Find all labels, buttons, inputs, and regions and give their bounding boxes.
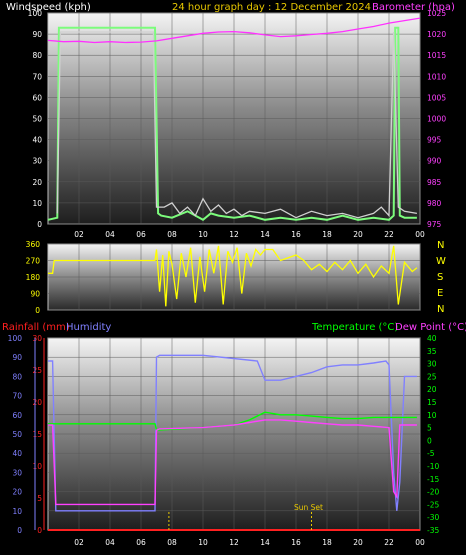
windspeed-tick-30: 30 [32, 157, 42, 166]
x-tick-bottom-10: 10 [198, 538, 208, 547]
direction-tick-360: 360 [26, 240, 41, 249]
temperature-tick--30: -30 [427, 513, 439, 522]
windspeed-tick-70: 70 [32, 72, 42, 81]
windspeed-tick-80: 80 [32, 51, 42, 60]
x-tick-top-14: 14 [260, 230, 270, 239]
x-tick-bottom-20: 20 [353, 538, 363, 547]
x-tick-bottom-12: 12 [229, 538, 239, 547]
barometer-tick-990: 990 [427, 157, 442, 166]
temperature-tick-40: 40 [427, 334, 437, 343]
humidity-tick-90: 90 [12, 353, 22, 362]
x-tick-bottom-22: 22 [384, 538, 394, 547]
windspeed-tick-10: 10 [32, 199, 42, 208]
rainfall-tick-5: 5 [37, 494, 42, 503]
weather-graph-page: Windspeed (kph) 24 hour graph day : 12 D… [0, 0, 466, 555]
x-tick-top-22: 22 [384, 230, 394, 239]
humidity-axis-title: Humidity [66, 322, 111, 333]
humidity-tick-100: 100 [8, 334, 23, 343]
barometer-tick-980: 980 [427, 199, 442, 208]
compass-label-s: S [437, 272, 443, 283]
humidity-tick-80: 80 [12, 372, 22, 381]
compass-label-w: W [436, 256, 446, 267]
humidity-tick-50: 50 [12, 430, 22, 439]
compass-label-e: E [437, 288, 443, 299]
temperature-tick-10: 10 [427, 411, 437, 420]
barometer-tick-1025: 1025 [427, 9, 446, 18]
weather-charts: Windspeed (kph) 24 hour graph day : 12 D… [2, 2, 466, 547]
x-tick-bottom-06: 06 [136, 538, 146, 547]
direction-tick-180: 180 [26, 273, 41, 282]
barometer-tick-985: 985 [427, 178, 442, 187]
x-tick-bottom-14: 14 [260, 538, 270, 547]
rainfall-axis-title: Rainfall (mm) [2, 322, 70, 333]
temperature-tick-35: 35 [427, 347, 437, 356]
temperature-tick--15: -15 [427, 475, 439, 484]
windspeed-tick-60: 60 [32, 93, 42, 102]
x-tick-top-08: 08 [167, 230, 177, 239]
direction-tick-90: 90 [30, 290, 40, 299]
rainfall-tick-25: 25 [32, 366, 42, 375]
x-tick-bottom-00: 00 [415, 538, 425, 547]
windspeed-tick-0: 0 [37, 220, 42, 229]
temperature-tick-0: 0 [427, 436, 432, 445]
x-tick-top-20: 20 [353, 230, 363, 239]
temperature-axis-title: Temperature (°C) [311, 322, 398, 333]
temperature-tick-25: 25 [427, 372, 437, 381]
barometer-tick-1005: 1005 [427, 93, 446, 102]
x-tick-bottom-18: 18 [322, 538, 332, 547]
windspeed-tick-90: 90 [32, 30, 42, 39]
x-tick-top-16: 16 [291, 230, 301, 239]
humidity-tick-60: 60 [12, 411, 22, 420]
humidity-tick-20: 20 [12, 488, 22, 497]
windspeed-tick-40: 40 [32, 136, 42, 145]
rainfall-tick-10: 10 [32, 462, 42, 471]
graph-title: 24 hour graph day : 12 December 2024 [172, 2, 371, 13]
x-tick-top-00: 00 [415, 230, 425, 239]
compass-label-n-top: N [437, 240, 444, 251]
x-tick-top-10: 10 [198, 230, 208, 239]
x-tick-bottom-08: 08 [167, 538, 177, 547]
barometer-tick-1015: 1015 [427, 51, 446, 60]
dewpoint-axis-title: Dew Point (°C) [395, 322, 466, 333]
direction-tick-270: 270 [26, 257, 41, 266]
sunset-label: Sun Set [294, 503, 323, 512]
humidity-tick-70: 70 [12, 392, 22, 401]
rainfall-tick-30: 30 [32, 334, 42, 343]
rainfall-tick-15: 15 [32, 430, 42, 439]
temperature-tick-20: 20 [427, 385, 437, 394]
rainfall-tick-20: 20 [32, 398, 42, 407]
windspeed-tick-100: 100 [28, 9, 43, 18]
direction-tick-0: 0 [35, 306, 40, 315]
windspeed-tick-20: 20 [32, 178, 42, 187]
temperature-tick--10: -10 [427, 462, 439, 471]
windspeed-tick-50: 50 [32, 115, 42, 124]
x-tick-top-06: 06 [136, 230, 146, 239]
temperature-tick--35: -35 [427, 526, 439, 535]
temperature-tick-15: 15 [427, 398, 437, 407]
windspeed-axis-title: Windspeed (kph) [6, 2, 91, 13]
barometer-tick-1020: 1020 [427, 30, 446, 39]
x-tick-top-04: 04 [105, 230, 115, 239]
x-tick-bottom-16: 16 [291, 538, 301, 547]
humidity-tick-10: 10 [12, 507, 22, 516]
rainfall-tick-0: 0 [37, 526, 42, 535]
humidity-tick-30: 30 [12, 468, 22, 477]
x-tick-top-02: 02 [74, 230, 84, 239]
temperature-tick-5: 5 [427, 424, 432, 433]
temperature-tick--5: -5 [427, 449, 435, 458]
x-tick-top-18: 18 [322, 230, 332, 239]
barometer-tick-975: 975 [427, 220, 442, 229]
temperature-tick-30: 30 [427, 360, 437, 369]
barometer-tick-1000: 1000 [427, 115, 446, 124]
x-tick-top-12: 12 [229, 230, 239, 239]
barometer-tick-995: 995 [427, 136, 442, 145]
temperature-tick--20: -20 [427, 488, 439, 497]
temperature-tick--25: -25 [427, 500, 439, 509]
humidity-tick-0: 0 [17, 526, 22, 535]
humidity-tick-40: 40 [12, 449, 22, 458]
compass-label-n-bottom: N [437, 304, 444, 315]
barometer-tick-1010: 1010 [427, 72, 446, 81]
x-tick-bottom-02: 02 [74, 538, 84, 547]
x-tick-bottom-04: 04 [105, 538, 115, 547]
